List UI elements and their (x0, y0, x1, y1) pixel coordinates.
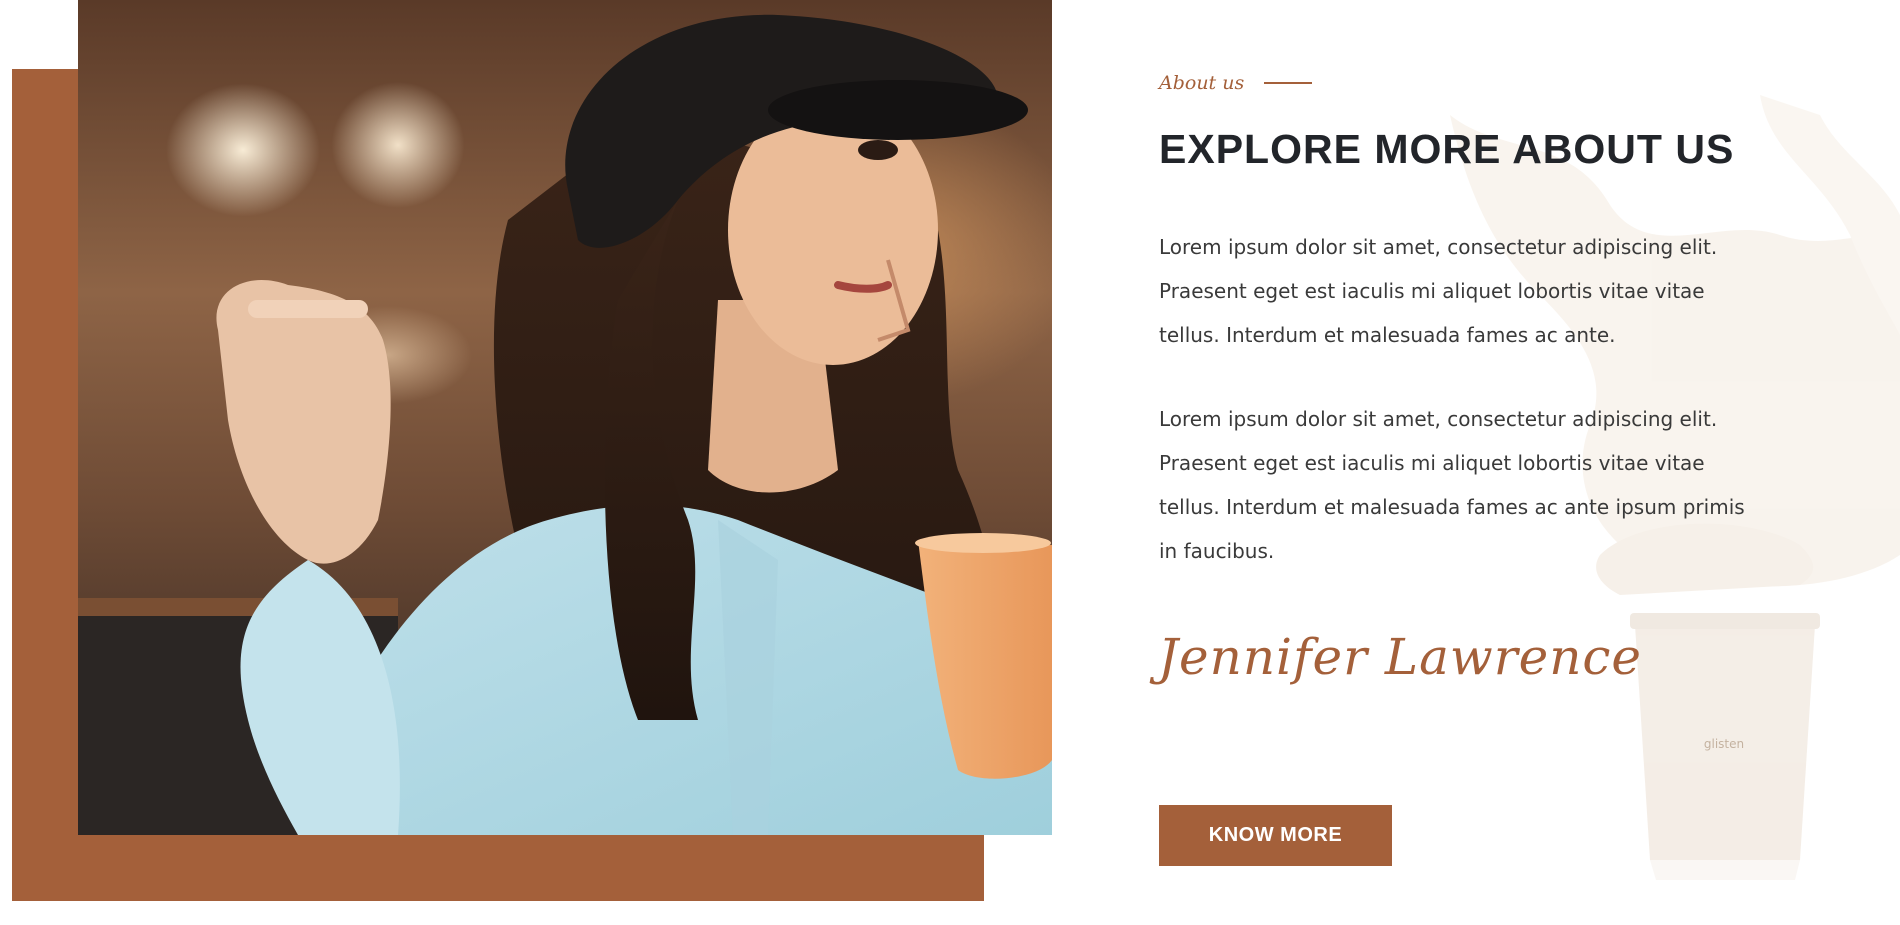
signature: Jennifer Lawrence (1158, 628, 1643, 686)
about-paragraph-2: Lorem ipsum dolor sit amet, consectetur … (1159, 407, 1745, 563)
section-title: EXPLORE MORE ABOUT US (1159, 126, 1735, 172)
about-eyebrow: About us (1159, 72, 1313, 94)
about-eyebrow-divider (1264, 82, 1313, 84)
about-paragraph-1: Lorem ipsum dolor sit amet, consectetur … (1159, 235, 1718, 347)
woman-with-coffee-photo (78, 0, 1052, 835)
cup-brand-text: glisten (1704, 737, 1744, 751)
know-more-button[interactable]: KNOW MORE (1159, 805, 1392, 866)
photo-illustration (78, 14, 1052, 835)
about-eyebrow-label: About us (1159, 72, 1245, 94)
